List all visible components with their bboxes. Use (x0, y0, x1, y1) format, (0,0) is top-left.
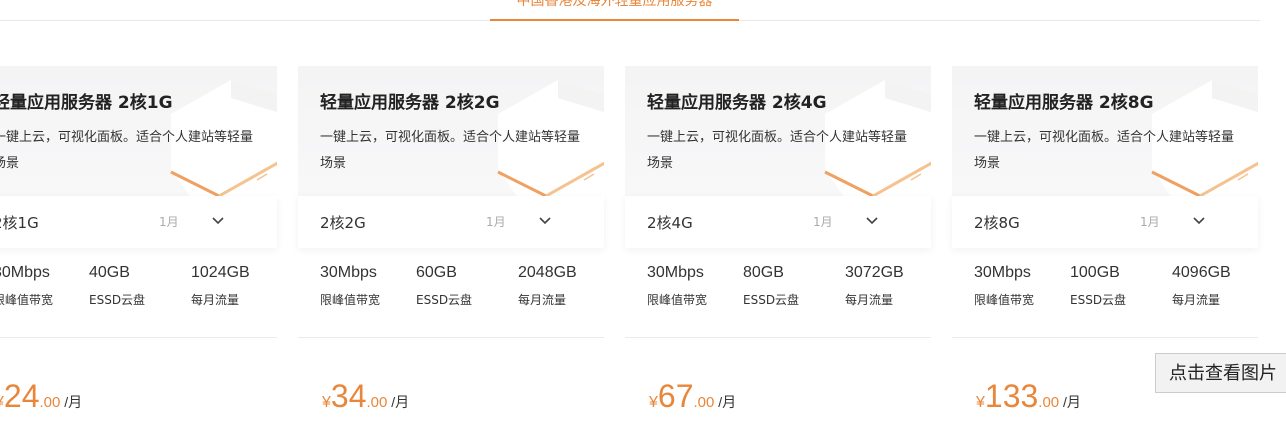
card-header: 轻量应用服务器 2核4G 一键上云，可视化面板。适合个人建站等轻量场景 (625, 66, 931, 196)
bandwidth-value: 30Mbps (974, 264, 1031, 281)
bandwidth-label: 限峰值带宽 (647, 293, 708, 307)
disk-value: 100GB (1070, 264, 1120, 281)
disk-stat: 40GB ESSD云盘 (89, 264, 145, 308)
currency-symbol: ¥ (976, 394, 985, 411)
price: ¥24.00 /月 (0, 378, 82, 415)
card-title: 轻量应用服务器 2核2G (320, 93, 500, 113)
card-header: 轻量应用服务器 2核2G 一键上云，可视化面板。适合个人建站等轻量场景 (298, 66, 604, 196)
chevron-down-icon[interactable] (538, 216, 552, 226)
disk-value: 40GB (89, 264, 130, 281)
card-divider (625, 337, 931, 338)
disk-stat: 80GB ESSD云盘 (743, 264, 799, 308)
card-header: 轻量应用服务器 2核1G 一键上云，可视化面板。适合个人建站等轻量场景 (0, 66, 277, 196)
traffic-label: 每月流量 (845, 293, 894, 307)
traffic-stat: 1024GB 每月流量 (191, 264, 250, 308)
card-divider (298, 337, 604, 338)
traffic-label: 每月流量 (191, 293, 240, 307)
spec-dropdown[interactable]: 2核4G 1月 (625, 196, 931, 248)
bandwidth-label: 限峰值带宽 (974, 293, 1035, 307)
card-description: 一键上云，可视化面板。适合个人建站等轻量场景 (320, 130, 581, 171)
price-integer: 24 (3, 378, 40, 414)
traffic-label: 每月流量 (1172, 293, 1221, 307)
bandwidth-label: 限峰值带宽 (0, 293, 54, 307)
tab-label: 中国香港及海外轻量应用服务器 (516, 0, 713, 8)
period-value: 1月 (159, 215, 179, 229)
disk-label: ESSD云盘 (89, 293, 146, 307)
price-decimal: .00 (39, 394, 61, 411)
price-integer: 34 (330, 378, 367, 414)
view-image-tooltip: 点击查看图片 (1155, 353, 1286, 393)
product-card-2c1g[interactable]: 轻量应用服务器 2核1G 一键上云，可视化面板。适合个人建站等轻量场景 2核1G… (0, 66, 277, 426)
spec-dropdown[interactable]: 2核2G 1月 (298, 196, 604, 248)
price-unit: /月 (387, 394, 410, 410)
bandwidth-label: 限峰值带宽 (320, 293, 381, 307)
chevron-down-icon[interactable] (1192, 216, 1206, 226)
disk-value: 80GB (743, 264, 784, 281)
price-decimal: .00 (366, 394, 388, 411)
product-card-2c4g[interactable]: 轻量应用服务器 2核4G 一键上云，可视化面板。适合个人建站等轻量场景 2核4G… (625, 66, 931, 426)
card-divider (952, 337, 1258, 338)
price: ¥133.00 /月 (976, 378, 1081, 415)
price-decimal: .00 (1038, 394, 1060, 411)
disk-stat: 100GB ESSD云盘 (1070, 264, 1126, 308)
price: ¥67.00 /月 (649, 378, 736, 415)
traffic-value: 4096GB (1172, 264, 1231, 281)
bandwidth-stat: 30Mbps 限峰值带宽 (0, 264, 53, 308)
chevron-down-icon[interactable] (865, 216, 879, 226)
card-divider (0, 337, 277, 338)
traffic-value: 1024GB (191, 264, 250, 281)
traffic-value: 3072GB (845, 264, 904, 281)
card-title: 轻量应用服务器 2核1G (0, 93, 173, 113)
price-decimal: .00 (693, 394, 715, 411)
bandwidth-value: 30Mbps (0, 264, 50, 281)
product-card-2c2g[interactable]: 轻量应用服务器 2核2G 一键上云，可视化面板。适合个人建站等轻量场景 2核2G… (298, 66, 604, 426)
card-title: 轻量应用服务器 2核4G (647, 93, 827, 113)
disk-label: ESSD云盘 (416, 293, 473, 307)
price-integer: 133 (984, 378, 1039, 414)
bandwidth-stat: 30Mbps 限峰值带宽 (974, 264, 1034, 308)
price-unit: /月 (714, 394, 737, 410)
traffic-stat: 4096GB 每月流量 (1172, 264, 1231, 308)
spec-value: 2核1G (0, 214, 39, 232)
bandwidth-value: 30Mbps (320, 264, 377, 281)
bandwidth-stat: 30Mbps 限峰值带宽 (647, 264, 707, 308)
card-header: 轻量应用服务器 2核8G 一键上云，可视化面板。适合个人建站等轻量场景 (952, 66, 1258, 196)
card-description: 一键上云，可视化面板。适合个人建站等轻量场景 (0, 130, 254, 171)
tab-hk-overseas[interactable]: 中国香港及海外轻量应用服务器 (490, 0, 739, 20)
price-integer: 67 (657, 378, 694, 414)
period-value: 1月 (486, 215, 506, 229)
period-value: 1月 (813, 215, 833, 229)
price-unit: /月 (60, 394, 83, 410)
period-value: 1月 (1140, 215, 1160, 229)
spec-value: 2核2G (320, 214, 366, 232)
traffic-label: 每月流量 (518, 293, 567, 307)
bandwidth-value: 30Mbps (647, 264, 704, 281)
spec-dropdown[interactable]: 2核8G 1月 (952, 196, 1258, 248)
currency-symbol: ¥ (649, 394, 658, 411)
traffic-value: 2048GB (518, 264, 577, 281)
card-title: 轻量应用服务器 2核8G (974, 93, 1154, 113)
currency-symbol: ¥ (322, 394, 331, 411)
spec-value: 2核8G (974, 214, 1020, 232)
disk-stat: 60GB ESSD云盘 (416, 264, 472, 308)
card-description: 一键上云，可视化面板。适合个人建站等轻量场景 (974, 130, 1235, 171)
traffic-stat: 3072GB 每月流量 (845, 264, 904, 308)
price-unit: /月 (1059, 394, 1081, 410)
spec-dropdown[interactable]: 2核1G 1月 (0, 196, 277, 248)
disk-label: ESSD云盘 (743, 293, 800, 307)
chevron-down-icon[interactable] (211, 216, 225, 226)
tab-active-indicator (490, 19, 739, 21)
disk-label: ESSD云盘 (1070, 293, 1127, 307)
bandwidth-stat: 30Mbps 限峰值带宽 (320, 264, 380, 308)
price: ¥34.00 /月 (322, 378, 409, 415)
disk-value: 60GB (416, 264, 457, 281)
traffic-stat: 2048GB 每月流量 (518, 264, 577, 308)
card-description: 一键上云，可视化面板。适合个人建站等轻量场景 (647, 130, 908, 171)
spec-value: 2核4G (647, 214, 693, 232)
